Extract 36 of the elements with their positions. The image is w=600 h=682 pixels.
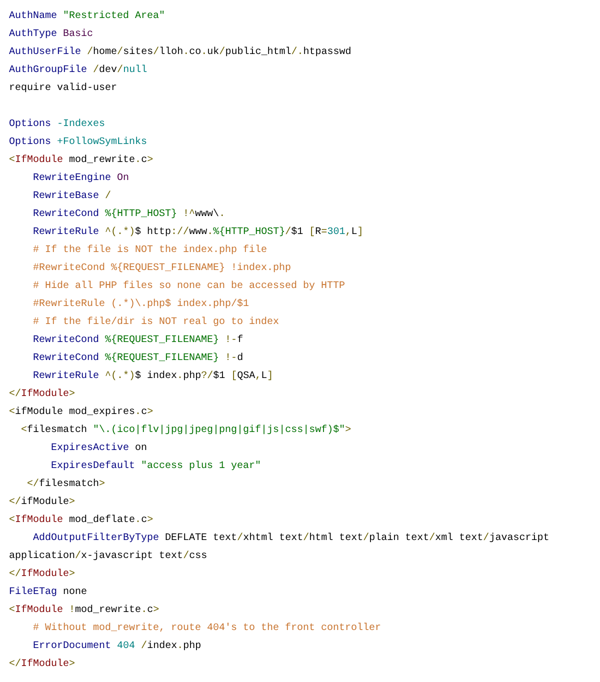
code-line: # Hide all PHP files so none can be accessed by HTTP — [32, 281, 346, 292]
code-line: ExpiresDefault "access plus 1 year" — [50, 461, 262, 472]
code-line: # If the file is NOT the index.php file — [32, 245, 268, 256]
code-line: ExpiresActive on — [50, 443, 148, 454]
code-line: AuthName "Restricted Area" — [9, 11, 166, 22]
code-line: </IfModule> — [9, 569, 76, 580]
code-line: ErrorDocument 404 /index.php — [32, 641, 202, 652]
code-line: #RewriteCond %{REQUEST_FILENAME} !index.php — [32, 263, 292, 274]
code-line: RewriteRule ^(.*)$ http://www.%{HTTP_HOST}/$1 [R=301,L] — [32, 227, 364, 238]
code-line: <IfModule !mod_rewrite.c> — [9, 605, 160, 616]
code-line: RewriteBase / — [32, 191, 112, 202]
code-line: require valid-user — [9, 83, 118, 94]
code-line: RewriteEngine On — [32, 173, 130, 184]
code-line: <IfModule mod_rewrite.c> — [9, 155, 154, 166]
code-line: </IfModule> — [9, 389, 76, 400]
code-line: # If the file/dir is NOT real go to index — [32, 317, 280, 328]
code-line: Options -Indexes — [9, 119, 106, 130]
code-line: </filesmatch> — [26, 479, 106, 490]
code-line: AuthUserFile /home/sites/lloh.co.uk/public_html/.htpasswd — [9, 47, 352, 58]
code-line: # Without mod_rewrite, route 404's to the front controller — [32, 623, 382, 634]
code-line: Options +FollowSymLinks — [9, 137, 148, 148]
code-line: <filesmatch "\.(ico|flv|jpg|jpeg|png|gif|js|css|swf)$"> — [20, 425, 352, 436]
code-line: RewriteRule ^(.*)$ index.php?/$1 [QSA,L] — [32, 371, 274, 382]
code-line: <ifModule mod_expires.c> — [9, 407, 154, 418]
code-line: #RewriteRule (.*)\.php$ index.php/$1 — [32, 299, 250, 310]
code-line: AuthType Basic — [9, 29, 94, 40]
code-line: RewriteCond %{HTTP_HOST} !^www\. — [32, 209, 226, 220]
code-line: </IfModule> — [9, 659, 76, 670]
code-line: <IfModule mod_deflate.c> — [9, 515, 154, 526]
code-line: RewriteCond %{REQUEST_FILENAME} !-f — [32, 335, 244, 346]
code-line: FileETag none — [9, 587, 88, 598]
code-line: AuthGroupFile /dev/null — [9, 65, 148, 76]
code-line: </ifModule> — [9, 497, 76, 508]
code-line: AddOutputFilterByType DEFLATE text/xhtml text/html text/plain text/xml text/javascript — [32, 533, 550, 544]
code-line: RewriteCond %{REQUEST_FILENAME} !-d — [32, 353, 244, 364]
code-line: application/x-javascript text/css — [9, 551, 208, 562]
